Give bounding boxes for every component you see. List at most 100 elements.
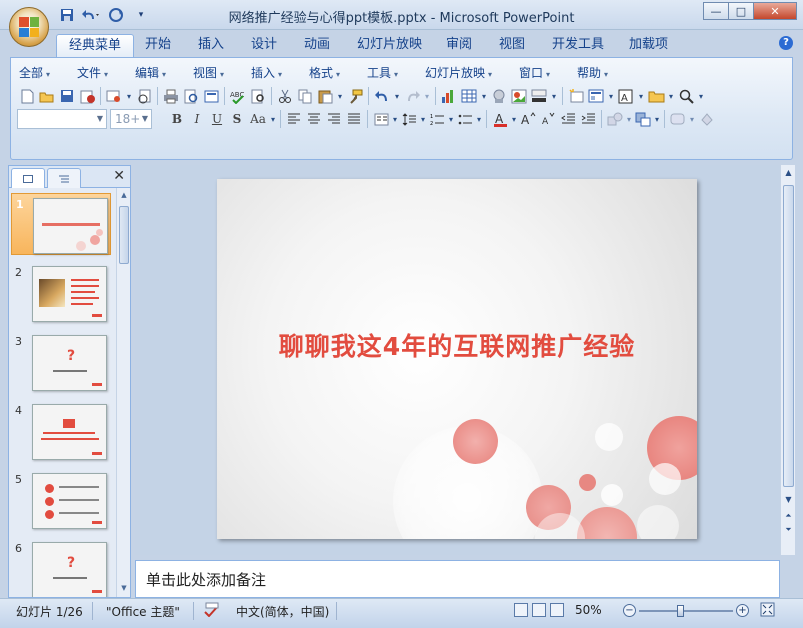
copy-icon[interactable] [295,86,315,106]
maximize-button[interactable]: □ [728,2,754,20]
insert-chart-icon[interactable] [439,86,459,106]
chevron-down-icon[interactable]: ▾ [666,86,676,106]
paste-icon[interactable] [315,86,335,106]
align-center-icon[interactable] [304,109,324,129]
slide-title[interactable]: 聊聊我这4年的互联网推广经验 [217,327,697,363]
slide-thumbnail-6[interactable]: 6 ? [11,538,111,597]
current-slide[interactable]: 聊聊我这4年的互联网推广经验 [217,179,697,539]
tab-animations[interactable]: 动画 [292,34,342,58]
save-icon[interactable] [57,86,77,106]
shape-fill-icon[interactable] [696,109,716,129]
tab-design[interactable]: 设计 [239,34,289,58]
menu-slideshow[interactable]: 幻灯片放映 ▾ [425,64,492,81]
chevron-down-icon[interactable]: ▾ [391,109,399,129]
chevron-down-icon[interactable]: ▾ [447,109,455,129]
tab-developer[interactable]: 开发工具 [540,34,616,58]
print-icon[interactable] [161,86,181,106]
chevron-down-icon[interactable]: ▾ [335,86,345,106]
office-button[interactable] [9,7,49,47]
zoom-slider[interactable]: − + [623,604,749,618]
text-box-icon[interactable]: A [616,86,636,106]
zoom-level[interactable]: 50% [575,603,602,617]
fit-to-window-icon[interactable] [760,602,775,620]
arrange-icon[interactable] [633,109,653,129]
spell-check-icon[interactable] [203,602,223,620]
slide-thumbnail-5[interactable]: 5 [11,469,111,531]
increase-indent-icon[interactable] [578,109,598,129]
underline-button[interactable]: U [207,109,227,129]
insert-table-icon[interactable] [459,86,479,106]
slide-thumbnail-2[interactable]: 2 [11,262,111,324]
chevron-down-icon[interactable]: ▾ [422,86,432,106]
clip-art-icon[interactable] [489,86,509,106]
shrink-font-icon[interactable]: A [538,109,558,129]
minimize-button[interactable]: — [703,2,729,20]
bold-button[interactable]: B [167,109,187,129]
columns-icon[interactable] [371,109,391,129]
chevron-down-icon[interactable]: ▾ [606,86,616,106]
font-name-combo[interactable]: ▼ [17,109,107,129]
scroll-up-icon[interactable]: ▲ [782,168,795,180]
chevron-down-icon[interactable]: ▾ [479,86,489,106]
scroll-thumb[interactable] [783,185,794,487]
spelling-icon[interactable]: ABC [228,86,248,106]
previous-slide-icon[interactable]: ⏶ [782,511,795,523]
close-pane-button[interactable]: ✕ [113,168,125,184]
new-slide-icon[interactable] [566,86,586,106]
chevron-down-icon[interactable]: ▾ [549,86,559,106]
close-button[interactable]: ✕ [753,2,797,20]
grow-font-icon[interactable]: A [518,109,538,129]
tab-addins[interactable]: 加载项 [617,34,680,58]
menu-tools[interactable]: 工具 ▾ [367,64,398,81]
line-spacing-icon[interactable] [399,109,419,129]
chevron-down-icon[interactable]: ▾ [636,86,646,106]
chevron-down-icon[interactable]: ▾ [510,109,518,129]
scroll-thumb[interactable] [119,206,129,264]
chevron-down-icon[interactable]: ▾ [419,109,427,129]
zoom-out-icon[interactable]: − [623,604,636,617]
tab-insert[interactable]: 插入 [186,34,236,58]
layout-icon[interactable] [586,86,606,106]
slide-thumbnail-4[interactable]: 4 [11,400,111,462]
format-painter-icon[interactable] [345,86,365,106]
change-case-button[interactable]: Aa [247,109,269,129]
redo-icon[interactable] [402,86,422,106]
tab-view[interactable]: 视图 [487,34,537,58]
menu-edit[interactable]: 编辑 ▾ [135,64,166,81]
scroll-down-icon[interactable]: ▼ [119,584,129,594]
menu-file[interactable]: 文件 ▾ [77,64,108,81]
shapes-icon[interactable] [605,109,625,129]
new-document-icon[interactable] [17,86,37,106]
chevron-down-icon[interactable]: ▾ [269,109,277,129]
justify-icon[interactable] [344,109,364,129]
zoom-in-icon[interactable]: + [736,604,749,617]
menu-format[interactable]: 格式 ▾ [309,64,340,81]
chevron-down-icon[interactable]: ▾ [688,109,696,129]
insert-picture-icon[interactable] [509,86,529,106]
chevron-down-icon[interactable]: ▾ [696,86,706,106]
next-slide-icon[interactable]: ⏷ [782,525,795,537]
slide-sorter-view-icon[interactable] [532,603,546,617]
chevron-down-icon[interactable]: ▾ [475,109,483,129]
menu-window[interactable]: 窗口 ▾ [519,64,550,81]
scroll-up-icon[interactable]: ▲ [119,191,129,201]
chevron-down-icon[interactable]: ▾ [625,109,633,129]
normal-view-icon[interactable] [514,603,528,617]
slide-thumbnail-3[interactable]: 3 ? [11,331,111,393]
tab-review[interactable]: 审阅 [434,34,484,58]
slides-pane-scrollbar[interactable]: ▲ ▼ [116,188,130,597]
undo-icon[interactable] [372,86,392,106]
folder-icon[interactable] [646,86,666,106]
align-left-icon[interactable] [284,109,304,129]
chevron-down-icon[interactable]: ▾ [392,86,402,106]
menu-help[interactable]: 帮助 ▾ [577,64,608,81]
search-icon[interactable] [676,86,696,106]
cut-icon[interactable] [275,86,295,106]
zoom-knob[interactable] [676,605,684,617]
open-folder-icon[interactable] [37,86,57,106]
bullets-icon[interactable] [455,109,475,129]
tab-slides[interactable] [11,168,45,189]
tab-classic-menu[interactable]: 经典菜单 [56,34,135,58]
align-right-icon[interactable] [324,109,344,129]
notes-pane[interactable]: 单击此处添加备注 [135,560,780,598]
